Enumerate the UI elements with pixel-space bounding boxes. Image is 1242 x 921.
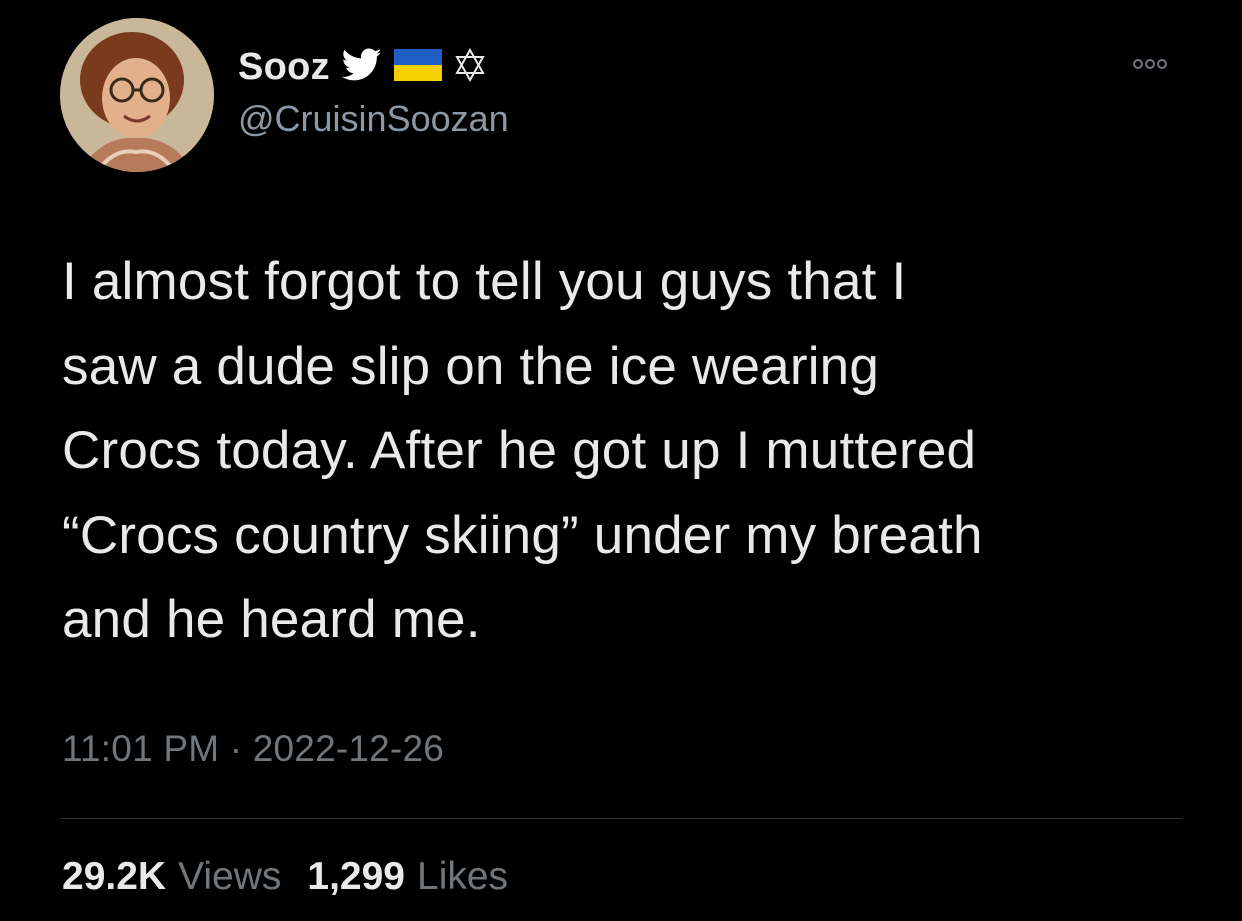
likes-count: 1,299 [307, 855, 406, 898]
divider [60, 818, 1182, 819]
more-options-button[interactable] [1118, 52, 1182, 76]
tweet-stats: 29.2K Views 1,299 Likes [62, 855, 508, 899]
avatar-photo [60, 18, 214, 172]
tweet-text: I almost forgot to tell you guys that I … [62, 252, 983, 649]
user-name-row: Sooz [238, 44, 486, 90]
views-count: 29.2K [62, 855, 167, 898]
star-of-david-icon [454, 47, 486, 87]
more-dots-icon [1133, 59, 1167, 69]
ukraine-flag-icon [393, 48, 442, 86]
views-label: Views [178, 855, 282, 898]
user-handle[interactable]: @CruisinSoozan [238, 98, 509, 140]
twitter-bird-icon [341, 48, 382, 87]
views-stat[interactable]: 29.2K Views [62, 855, 281, 899]
display-name[interactable]: Sooz [238, 46, 330, 89]
avatar[interactable] [60, 18, 214, 172]
likes-stat[interactable]: 1,299 Likes [307, 855, 508, 899]
likes-label: Likes [417, 855, 509, 898]
meta-separator: · [229, 728, 243, 769]
tweet-timestamp[interactable]: 11:01 PM · 2022-12-26 [62, 728, 444, 770]
tweet-time: 11:01 PM [62, 728, 220, 769]
tweet-date: 2022-12-26 [252, 728, 444, 769]
